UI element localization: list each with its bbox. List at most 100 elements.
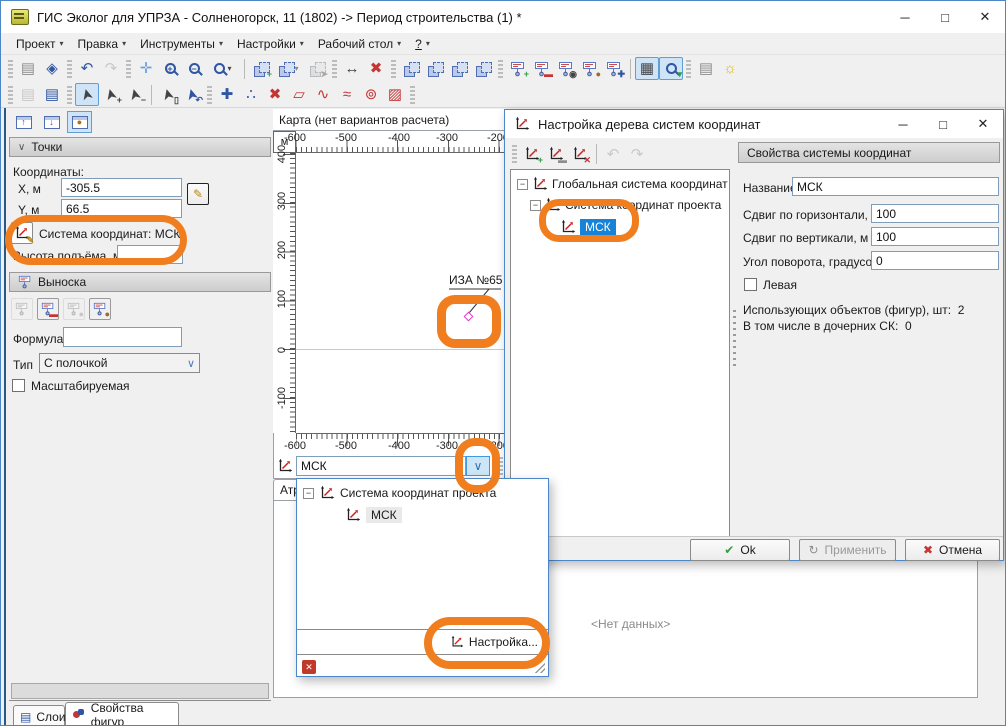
zoom-page-button[interactable]: ▾ bbox=[206, 57, 240, 80]
zoom-in-button[interactable]: + bbox=[158, 57, 182, 80]
points-group-header[interactable]: ∨ Точки bbox=[9, 137, 271, 157]
dialog-undo-button[interactable]: ↶ bbox=[601, 143, 625, 166]
tips-button[interactable]: ☼ bbox=[718, 57, 742, 80]
popup-close-button[interactable]: ✕ bbox=[302, 660, 316, 674]
ok-button[interactable]: ✔Ok bbox=[690, 539, 790, 561]
cs-settings-button[interactable]: Настройка... bbox=[450, 635, 538, 649]
dialog-minimize-button[interactable]: ─ bbox=[883, 111, 923, 137]
y-input[interactable] bbox=[61, 199, 182, 218]
angle-input[interactable] bbox=[871, 251, 999, 270]
toolbar-grip[interactable] bbox=[498, 60, 503, 78]
shift-h-input[interactable] bbox=[871, 204, 999, 223]
left-handed-checkbox[interactable] bbox=[744, 278, 757, 291]
layers-add-button[interactable]: ▤ bbox=[16, 83, 40, 106]
toolbar-grip[interactable] bbox=[8, 60, 13, 78]
move-figure-button[interactable]: ✚ bbox=[215, 83, 239, 106]
callout-style1-button[interactable] bbox=[11, 298, 33, 320]
dialog-close-button[interactable]: ✕ bbox=[963, 111, 1003, 137]
measure-button[interactable]: ↔ bbox=[340, 57, 364, 80]
measure-delete-button[interactable]: ✖ bbox=[364, 57, 388, 80]
popup-node-project[interactable]: − Система координат проекта bbox=[303, 485, 496, 501]
edit-polygon-button[interactable]: ▱ bbox=[287, 83, 311, 106]
cancel-button[interactable]: ✖Отмена bbox=[905, 539, 1000, 561]
menu-edit[interactable]: Правка▾ bbox=[71, 35, 134, 53]
tab-shape-properties[interactable]: Свойства фигур bbox=[65, 702, 179, 726]
close-button[interactable]: ✕ bbox=[965, 2, 1005, 32]
delete-figure-button[interactable]: ✖ bbox=[263, 83, 287, 106]
tree-node-msk[interactable]: МСК bbox=[560, 219, 616, 235]
maximize-button[interactable]: □ bbox=[925, 2, 965, 32]
select-figure-button[interactable]: ➤ bbox=[305, 57, 329, 80]
callout-visibility-button[interactable]: ◉ bbox=[554, 57, 578, 80]
cs-combo-input[interactable]: МСК bbox=[296, 456, 466, 476]
print-preview-button[interactable]: ▤ bbox=[694, 57, 718, 80]
shape-union-button[interactable] bbox=[399, 57, 423, 80]
figure-mode-button[interactable]: ▾ bbox=[273, 57, 305, 80]
menu-project[interactable]: Проект▾ bbox=[9, 35, 71, 53]
dialog-redo-button[interactable]: ↷ bbox=[625, 143, 649, 166]
cs-combo-dropdown-button[interactable]: ∨ bbox=[466, 456, 490, 476]
tab-layers[interactable]: ▤ Слои bbox=[13, 705, 65, 726]
toolbar-grip[interactable] bbox=[67, 86, 72, 104]
panel-top-button[interactable]: ↑ bbox=[11, 111, 36, 133]
callout-remove-button[interactable]: ▬ bbox=[530, 57, 554, 80]
dialog-maximize-button[interactable]: □ bbox=[923, 111, 963, 137]
apply-button[interactable]: ↻Применить bbox=[799, 539, 896, 561]
lift-height-input[interactable] bbox=[117, 245, 183, 264]
callout-style2-button[interactable]: ▬ bbox=[37, 298, 59, 320]
callout-move-button[interactable]: ✚ bbox=[602, 57, 626, 80]
search-map-toggle[interactable]: ▾ bbox=[659, 57, 683, 80]
select-remove-button[interactable]: ➤− bbox=[123, 83, 147, 106]
save-map-button[interactable]: ◈ bbox=[40, 57, 64, 80]
shape-subtract-button[interactable] bbox=[447, 57, 471, 80]
menu-help[interactable]: ?▾ bbox=[408, 35, 437, 53]
coordinate-system-button[interactable]: ✎ bbox=[11, 222, 33, 244]
scale-ruler-toggle[interactable]: ▦ bbox=[635, 57, 659, 80]
pan-button[interactable]: ✛ bbox=[134, 57, 158, 80]
collapse-box-icon[interactable]: − bbox=[303, 488, 314, 499]
menu-tools[interactable]: Инструменты▾ bbox=[133, 35, 230, 53]
pick-point-button[interactable]: ✎ bbox=[187, 183, 209, 205]
toolbar-grip[interactable] bbox=[332, 60, 337, 78]
panel-dock-button[interactable]: ● bbox=[67, 111, 92, 133]
cs-add-button[interactable]: + bbox=[520, 143, 544, 166]
panel-bottom-button[interactable]: ↓ bbox=[39, 111, 64, 133]
callout-anchor-button[interactable]: ● bbox=[578, 57, 602, 80]
combo-grip[interactable] bbox=[498, 457, 503, 475]
edit-nodes-button[interactable]: ∴ bbox=[239, 83, 263, 106]
edit-circle-button[interactable]: ⊚ bbox=[359, 83, 383, 106]
print-button[interactable]: ▤ bbox=[16, 57, 40, 80]
minimize-button[interactable]: ─ bbox=[885, 2, 925, 32]
layers-button[interactable]: ▤ bbox=[40, 83, 64, 106]
select-arrow-button[interactable]: ➤↶ bbox=[180, 83, 204, 106]
callout-add-button[interactable]: + bbox=[506, 57, 530, 80]
tree-node-global[interactable]: − Глобальная система координат bbox=[517, 176, 728, 192]
name-input[interactable] bbox=[792, 177, 999, 196]
popup-node-msk[interactable]: МСК bbox=[345, 507, 402, 523]
shift-v-input[interactable] bbox=[871, 227, 999, 246]
menu-settings[interactable]: Настройки▾ bbox=[230, 35, 311, 53]
dialog-splitter[interactable] bbox=[731, 142, 738, 537]
undo-button[interactable]: ↶ bbox=[75, 57, 99, 80]
toolbar-grip[interactable] bbox=[391, 60, 396, 78]
toolbar-grip[interactable] bbox=[686, 60, 691, 78]
toolbar-grip[interactable] bbox=[126, 60, 131, 78]
redo-button[interactable]: ↷ bbox=[99, 57, 123, 80]
type-select[interactable]: С полочкой ∨ bbox=[39, 353, 200, 373]
zoom-out-button[interactable]: − bbox=[182, 57, 206, 80]
formula-input[interactable] bbox=[63, 327, 182, 347]
toolbar-grip[interactable] bbox=[512, 145, 517, 163]
cs-delete-button[interactable]: ✕ bbox=[568, 143, 592, 166]
edit-arc-button[interactable]: ∿ bbox=[311, 83, 335, 106]
edit-curve-button[interactable]: ≈ bbox=[335, 83, 359, 106]
toolbar-grip[interactable] bbox=[207, 86, 212, 104]
scalable-checkbox[interactable] bbox=[12, 379, 25, 392]
select-cursor-button[interactable]: ➤ bbox=[75, 83, 99, 106]
toolbar-grip[interactable] bbox=[410, 86, 415, 104]
collapse-box-icon[interactable]: − bbox=[530, 200, 541, 211]
toolbar-grip[interactable] bbox=[8, 86, 13, 104]
add-figure-button[interactable]: + bbox=[249, 57, 273, 80]
popup-resize-grip[interactable] bbox=[535, 663, 545, 673]
tree-node-project[interactable]: − Система координат проекта bbox=[530, 197, 721, 213]
callout-style3-button[interactable]: ● bbox=[63, 298, 85, 320]
